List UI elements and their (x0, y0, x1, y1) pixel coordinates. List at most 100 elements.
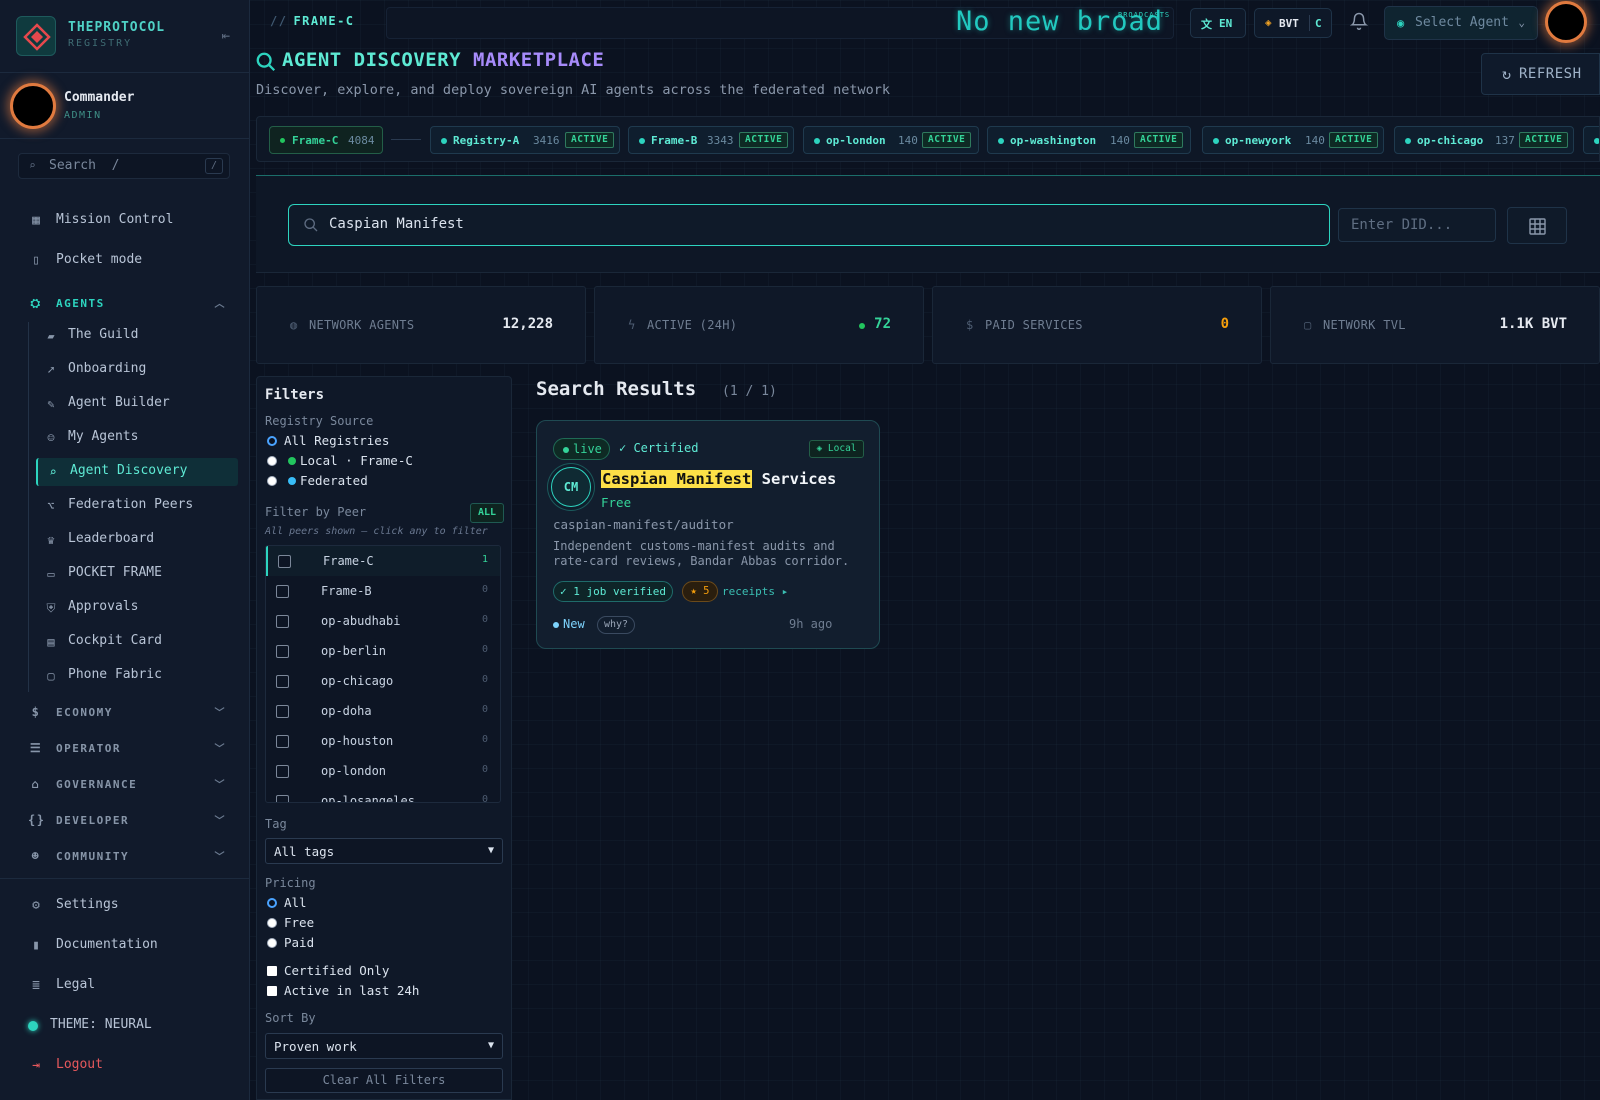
section-economy[interactable]: $ ECONOMY ﹀ (28, 702, 226, 726)
peer-chip-frame-c[interactable]: Frame-C 4084 (269, 126, 383, 154)
bell-icon[interactable] (1349, 12, 1370, 32)
checkbox[interactable] (276, 795, 289, 802)
checkbox[interactable] (276, 645, 289, 658)
sidebar-item-onboarding[interactable]: ➚ Onboarding (36, 356, 238, 384)
checkbox[interactable] (278, 555, 291, 568)
peer-row-op-doha[interactable]: op-doha 0 (266, 696, 500, 726)
search-icon (255, 51, 277, 73)
nav-mission-control[interactable]: ▦ Mission Control (28, 206, 238, 236)
clear-filters-button[interactable]: Clear All Filters (265, 1068, 503, 1093)
radio-federated[interactable]: Federated (267, 472, 507, 490)
certified-only-checkbox[interactable]: Certified Only (267, 962, 507, 980)
peer-chip-op-chicago[interactable]: op-chicago 137 ACTIVE (1394, 126, 1574, 154)
peer-row-op-london[interactable]: op-london 0 (266, 756, 500, 786)
bvt-balance-button[interactable]: ◈ BVT C (1254, 8, 1332, 38)
checkbox[interactable] (276, 735, 289, 748)
brand[interactable]: THEPROTOCOL REGISTRY ⇤ (16, 16, 236, 58)
nav-documentation[interactable]: ▮ Documentation (28, 931, 238, 961)
radio-pricing-paid[interactable]: Paid (267, 934, 507, 952)
sort-select[interactable]: Proven work ▼ (265, 1033, 503, 1059)
peer-chip-op-london[interactable]: op-london 140 ACTIVE (803, 126, 979, 154)
nav-legal[interactable]: ≣ Legal (28, 971, 238, 1001)
section-operator[interactable]: ☰ OPERATOR ﹀ (28, 738, 226, 762)
sidebar-item-cockpit-card[interactable]: ▤ Cockpit Card (36, 628, 238, 656)
brand-logo-icon (16, 16, 56, 56)
radio-pricing-free[interactable]: Free (267, 914, 507, 932)
brand-sub: REGISTRY (68, 38, 133, 49)
sidebar-item-phone-fabric[interactable]: ▢ Phone Fabric (36, 662, 238, 690)
sidebar-item-approvals[interactable]: ⛨ Approvals (36, 594, 238, 622)
frame-indicator: //FRAME-C (270, 14, 355, 28)
peer-list[interactable]: Frame-C 1 Frame-B 0 op-abudhabi 0 op-ber… (265, 545, 501, 803)
sidebar-item-leaderboard[interactable]: ♛ Leaderboard (36, 526, 238, 554)
refresh-button[interactable]: ↻ REFRESH (1481, 53, 1600, 95)
status-badge: ACTIVE (1519, 132, 1569, 148)
peer-row-op-losangeles[interactable]: op-losangeles 0 (266, 786, 500, 802)
collapse-sidebar-icon[interactable]: ⇤ (222, 28, 230, 44)
peer-hint: All peers shown — click any to filter (265, 526, 488, 537)
status-badge: ACTIVE (922, 132, 972, 148)
sidebar-item-agent-discovery[interactable]: ⌕ Agent Discovery (36, 458, 238, 486)
sidebar-item-my-agents[interactable]: ☺ My Agents (36, 424, 238, 452)
sidebar-item-pocket-frame[interactable]: ▭ POCKET FRAME (36, 560, 238, 588)
sidebar-search-input[interactable]: ⌕ Search / / (18, 153, 230, 179)
radio-local-frame-c[interactable]: Local · Frame-C (267, 452, 507, 470)
nav-settings[interactable]: ⚙ Settings (28, 891, 238, 921)
sidebar-item-agent-builder[interactable]: ✎ Agent Builder (36, 390, 238, 418)
peer-row-frame-c[interactable]: Frame-C 1 (266, 546, 500, 576)
peer-chip-frame-b[interactable]: Frame-B 3343 ACTIVE (628, 126, 794, 154)
section-agents[interactable]: ⛭ AGENTS ︿ (28, 293, 226, 317)
section-community[interactable]: ☻ COMMUNITY ﹀ (28, 846, 226, 870)
book-icon: ▮ (32, 938, 40, 953)
checkbox[interactable] (276, 765, 289, 778)
gear-icon: ⚙ (32, 898, 40, 913)
filter-by-peer-label: Filter by Peer (265, 505, 367, 519)
why-button[interactable]: why? (597, 616, 635, 634)
checkbox[interactable] (276, 705, 289, 718)
certified-badge: ✓ Certified (619, 441, 699, 455)
peer-chip-op-newyork[interactable]: op-newyork 140 ACTIVE (1202, 126, 1384, 154)
did-input[interactable]: Enter DID... (1338, 208, 1496, 242)
logout-button[interactable]: ⇥ Logout (28, 1051, 238, 1081)
stat-paid-services: $ PAID SERVICES 0 (932, 286, 1262, 364)
peer-row-op-houston[interactable]: op-houston 0 (266, 726, 500, 756)
radio-all-registries[interactable]: All Registries (267, 432, 507, 450)
radio-pricing-all[interactable]: All (267, 894, 507, 912)
receipts-link[interactable]: receipts ▸ (722, 585, 788, 598)
section-governance[interactable]: ⌂ GOVERNANCE ﹀ (28, 774, 226, 798)
sidebar: THEPROTOCOL REGISTRY ⇤ Commander ADMIN ⌕… (0, 0, 250, 1100)
peer-chip-registry-a[interactable]: Registry-A 3416 ACTIVE (430, 126, 620, 154)
checkbox[interactable] (276, 675, 289, 688)
users-icon: ☻ (31, 849, 41, 863)
agent-title[interactable]: Caspian Manifest Services (601, 470, 836, 488)
peer-row-op-abudhabi[interactable]: op-abudhabi 0 (266, 606, 500, 636)
peer-chip-overflow[interactable] (1583, 126, 1599, 154)
tag-select[interactable]: All tags ▼ (265, 838, 503, 864)
peer-all-button[interactable]: ALL (470, 503, 504, 523)
checkbox[interactable] (276, 615, 289, 628)
active-24h-checkbox[interactable]: Active in last 24h (267, 982, 507, 1000)
peer-row-op-berlin[interactable]: op-berlin 0 (266, 636, 500, 666)
search-icon: ⌕ (49, 465, 57, 479)
sidebar-item-federation-peers[interactable]: ⌥ Federation Peers (36, 492, 238, 520)
vault-icon: ▢ (1304, 318, 1312, 332)
top-user-avatar[interactable] (1545, 1, 1587, 43)
language-button[interactable]: 文 EN (1190, 8, 1246, 38)
agent-card[interactable]: live ✓ Certified ◈ Local CM Caspian Mani… (536, 420, 880, 649)
document-icon: ≣ (32, 978, 40, 993)
broadcast-tag: BROADCASTS (1118, 11, 1171, 19)
peer-chip-op-washington[interactable]: op-washington 140 ACTIVE (987, 126, 1191, 154)
status-badge: ACTIVE (1134, 132, 1184, 148)
sidebar-item-the-guild[interactable]: ▰ The Guild (36, 322, 238, 350)
checkbox[interactable] (276, 585, 289, 598)
agent-select-dropdown[interactable]: ◉ Select Agent ⌄ (1384, 6, 1538, 40)
theme-toggle[interactable]: THEME: NEURAL (22, 1011, 232, 1041)
agent-search-input[interactable]: Caspian Manifest (288, 204, 1330, 246)
peer-row-op-chicago[interactable]: op-chicago 0 (266, 666, 500, 696)
peer-row-frame-b[interactable]: Frame-B 0 (266, 576, 500, 606)
nav-pocket-mode[interactable]: ▯ Pocket mode (28, 246, 238, 276)
section-developer[interactable]: {} DEVELOPER ﹀ (28, 810, 226, 834)
user-avatar[interactable] (10, 83, 56, 129)
chevron-down-icon: ⌄ (1518, 16, 1525, 29)
grid-view-button[interactable] (1507, 207, 1567, 244)
